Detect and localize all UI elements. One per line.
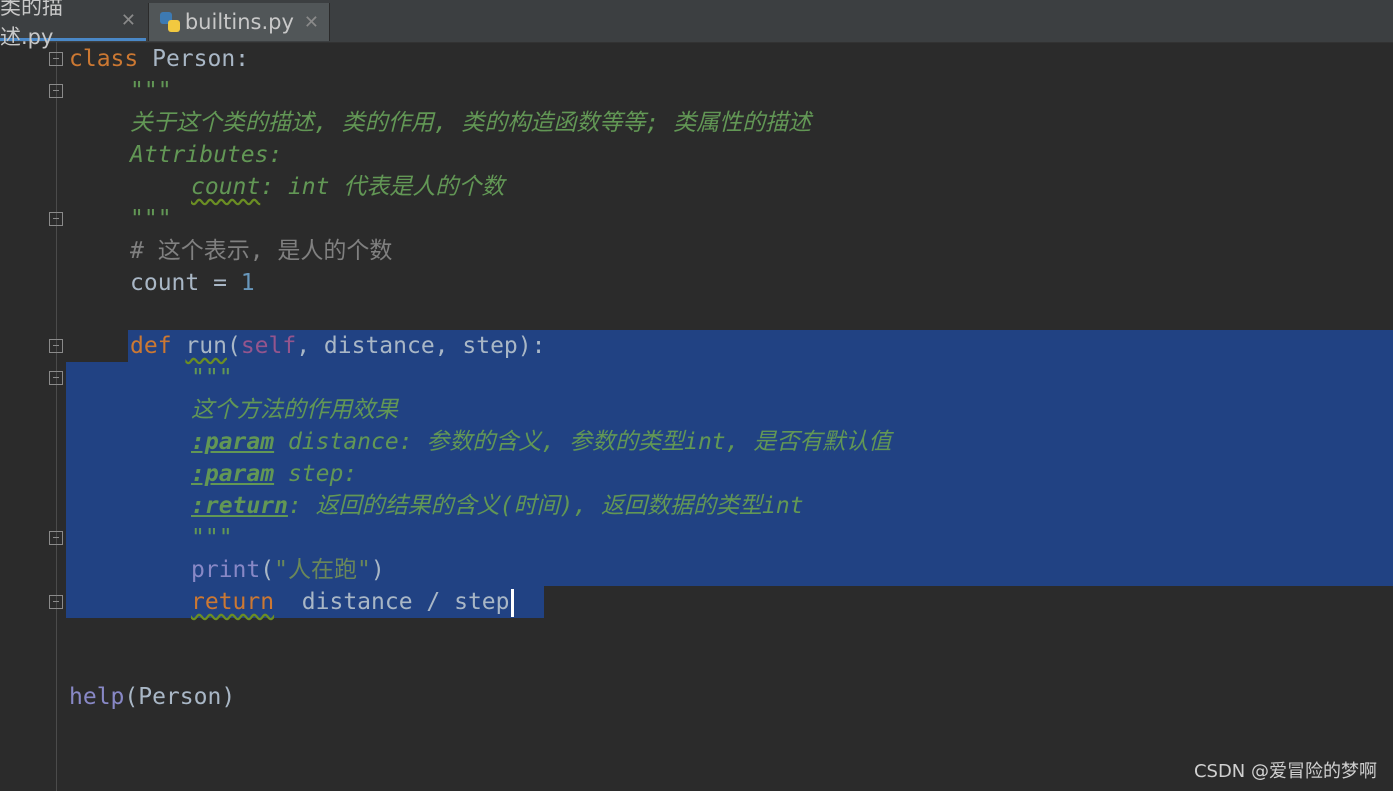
code-line-doc-attributes[interactable]: Attributes: <box>130 139 282 171</box>
parameters: , distance, step): <box>296 333 546 359</box>
code-line-method-doc-desc[interactable]: 这个方法的作用效果 <box>191 394 398 426</box>
code-line-doc-open[interactable]: """ <box>130 75 172 107</box>
punctuation: ( <box>260 557 275 583</box>
gutter-divider <box>56 42 57 791</box>
keyword: def <box>130 333 172 359</box>
fold-toggle-icon[interactable] <box>49 371 63 385</box>
code-line-help[interactable]: help(Person) <box>69 681 235 713</box>
keyword: return <box>191 589 275 615</box>
code-line-method-doc-open[interactable]: """ <box>191 362 233 394</box>
code-line-method-doc-close[interactable]: """ <box>191 522 233 554</box>
watermark: CSDN @爱冒险的梦啊 <box>1193 761 1377 782</box>
docstring-text: 这个方法的作用效果 <box>191 397 398 423</box>
builtin-function: help <box>69 684 125 710</box>
tab-bar: 类的描述.py ✕ builtins.py ✕ <box>0 0 1393 49</box>
fold-toggle-icon[interactable] <box>49 595 63 609</box>
docstring-text: step: <box>274 461 358 487</box>
code-line-count[interactable]: count = 1 <box>130 267 255 299</box>
function-name: run <box>185 333 227 359</box>
docstring-quotes: """ <box>130 206 172 232</box>
code-line-def[interactable]: def run(self, distance, step): <box>130 330 545 362</box>
code-line-doc-close[interactable]: """ <box>130 203 172 235</box>
python-file-icon <box>159 11 180 33</box>
code-line-comment[interactable]: # 这个表示, 是人的个数 <box>130 235 392 267</box>
variable: count = <box>130 270 241 296</box>
self-keyword: self <box>240 333 297 359</box>
close-icon[interactable]: ✕ <box>121 10 136 31</box>
docstring-text: count <box>191 174 261 200</box>
keyword: class <box>69 46 139 72</box>
tab-label: builtins.py <box>184 10 294 34</box>
code-line-doc-count[interactable]: count: int 代表是人的个数 <box>191 171 504 203</box>
text-caret <box>510 588 514 617</box>
expression: distance / step <box>274 589 510 615</box>
docstring-text: : int 代表是人的个数 <box>260 174 505 200</box>
fold-toggle-icon[interactable] <box>49 531 63 545</box>
tab-builtins[interactable]: builtins.py ✕ <box>148 3 330 41</box>
punctuation: ) <box>370 557 385 583</box>
fold-toggle-icon[interactable] <box>49 52 63 66</box>
fold-toggle-icon[interactable] <box>49 212 63 226</box>
fold-toggle-icon[interactable] <box>49 339 63 353</box>
docstring-text: Attributes: <box>130 142 283 168</box>
docstring-quotes: """ <box>191 525 233 551</box>
tab-class-description[interactable]: 类的描述.py ✕ <box>0 0 146 49</box>
close-icon[interactable]: ✕ <box>304 12 319 33</box>
comment-text: # 这个表示, 是人的个数 <box>130 238 393 264</box>
code-line-return-doc[interactable]: :return: 返回的结果的含义(时间), 返回数据的类型int <box>191 490 804 522</box>
docstring-text: : 返回的结果的含义(时间), 返回数据的类型int <box>287 493 804 519</box>
docstring-text: distance: 参数的含义, 参数的类型int, 是否有默认值 <box>274 429 892 455</box>
code-line-param-step[interactable]: :param step: <box>191 458 357 490</box>
code-line-print[interactable]: print("人在跑") <box>191 554 385 586</box>
code-line-doc-desc[interactable]: 关于这个类的描述, 类的作用, 类的构造函数等等; 类属性的描述 <box>130 107 811 139</box>
string-literal: "人在跑" <box>274 557 371 583</box>
builtin-function: print <box>191 557 261 583</box>
code-line-return[interactable]: return distance / step <box>191 586 514 618</box>
docstring-text: 关于这个类的描述, 类的作用, 类的构造函数等等; 类属性的描述 <box>130 110 812 136</box>
class-name: Person: <box>138 46 250 72</box>
argument: (Person) <box>124 684 236 710</box>
punctuation: ( <box>226 333 241 359</box>
docstring-tag: :return <box>191 493 288 519</box>
fold-toggle-icon[interactable] <box>49 84 63 98</box>
docstring-tag: :param <box>191 461 275 487</box>
code-line-class[interactable]: class Person: <box>69 43 249 75</box>
docstring-quotes: """ <box>130 78 172 104</box>
code-line-param-distance[interactable]: :param distance: 参数的含义, 参数的类型int, 是否有默认值 <box>191 426 891 458</box>
number-literal: 1 <box>240 270 255 296</box>
docstring-quotes: """ <box>191 365 233 391</box>
docstring-tag: :param <box>191 429 275 455</box>
